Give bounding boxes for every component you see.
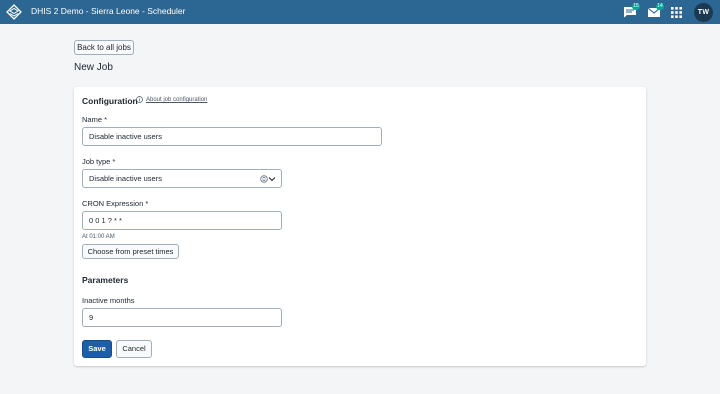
cron-expression-input[interactable]: 0 0 1 ? * * <box>82 211 282 230</box>
apps-grid-icon[interactable] <box>671 7 682 18</box>
configuration-title: Configuration <box>82 96 138 106</box>
app-title: DHIS 2 Demo - Sierra Leone - Scheduler <box>31 6 186 16</box>
messages-badge: 15 <box>632 3 640 10</box>
back-to-all-jobs-button[interactable]: Back to all jobs <box>74 40 134 55</box>
user-avatar[interactable]: TW <box>694 3 713 22</box>
about-job-configuration-link[interactable]: About job configuration <box>146 97 207 103</box>
inactive-months-input[interactable]: 9 <box>82 308 282 327</box>
chevron-down-icon[interactable] <box>260 175 276 183</box>
cancel-button[interactable]: Cancel <box>116 340 152 358</box>
parameters-title: Parameters <box>82 275 129 285</box>
name-input[interactable]: Disable inactive users <box>82 127 382 146</box>
cron-expression-label: CRON Expression * <box>82 199 149 208</box>
header-bar: DHIS 2 Demo - Sierra Leone - Scheduler 1… <box>0 0 720 24</box>
dhis2-logo-icon[interactable] <box>6 4 22 20</box>
choose-preset-times-button[interactable]: Choose from preset times <box>82 244 179 259</box>
job-type-label: Job type * <box>82 157 116 166</box>
name-label: Name * <box>82 115 108 124</box>
inactive-months-label: Inactive months <box>82 296 135 305</box>
job-type-value: Disable inactive users <box>89 174 162 183</box>
email-badge: 14 <box>656 3 664 10</box>
page-title: New Job <box>74 62 113 73</box>
job-type-select[interactable]: Disable inactive users <box>82 169 282 188</box>
save-button[interactable]: Save <box>82 340 112 358</box>
info-icon <box>136 96 143 103</box>
cron-help-text: At 01:00 AM <box>82 234 115 240</box>
